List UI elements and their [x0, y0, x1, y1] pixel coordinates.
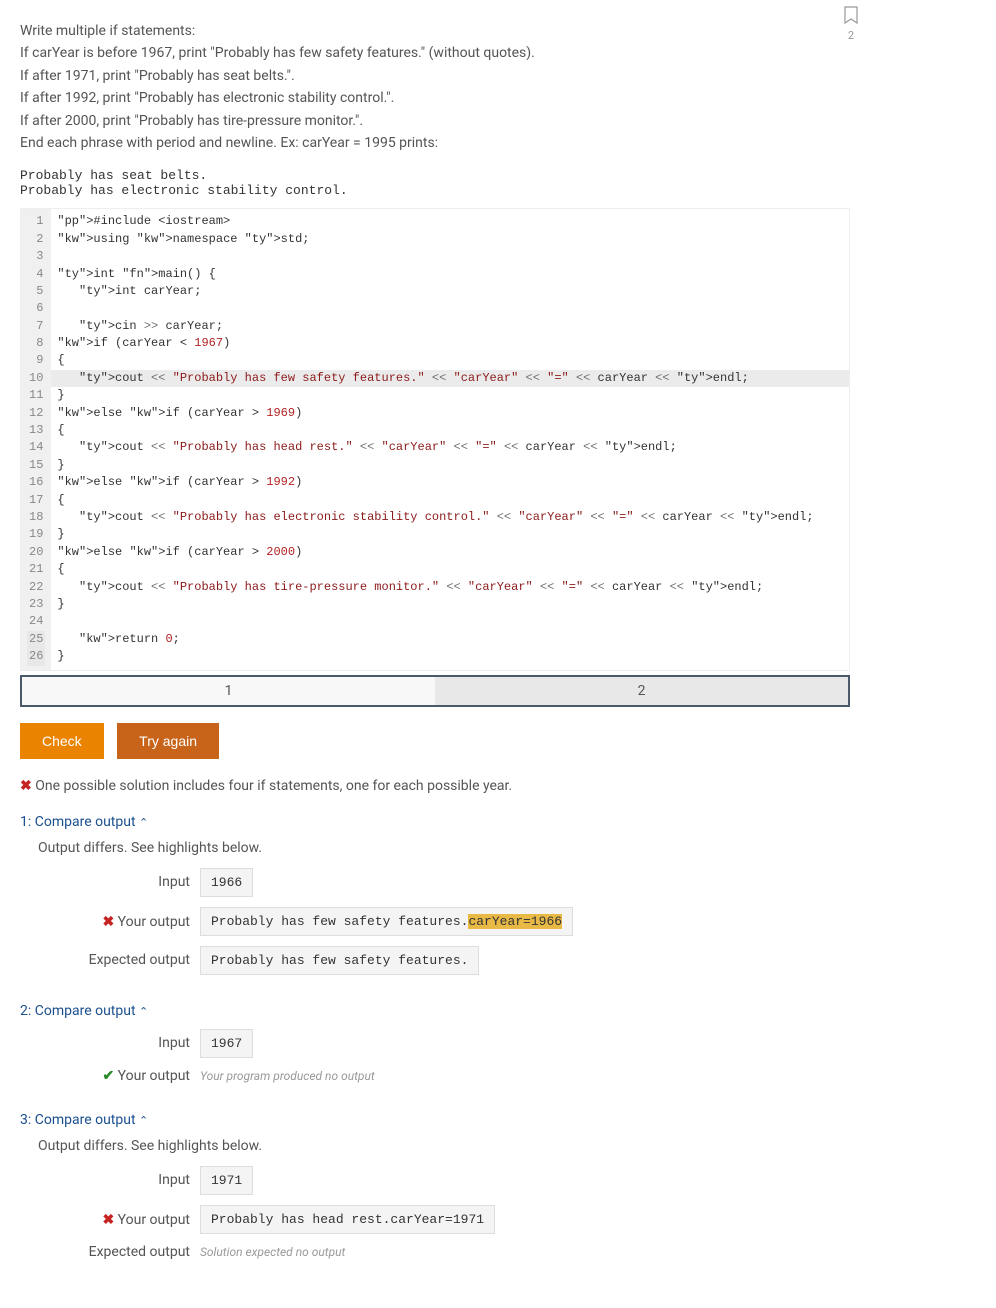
example-output: Probably has seat belts. Probably has el… — [20, 168, 850, 198]
expected-output-label: Expected output — [20, 952, 200, 968]
your-output-value: Probably has head rest.carYear=1971 — [200, 1205, 495, 1234]
input-value: 1966 — [200, 868, 253, 897]
example-line: Probably has seat belts. — [20, 168, 850, 183]
bookmark-button[interactable]: 2 — [842, 5, 860, 42]
example-line: Probably has electronic stability contro… — [20, 183, 850, 198]
check-button[interactable]: Check — [20, 723, 104, 759]
try-again-button[interactable]: Try again — [117, 723, 219, 759]
hint-text: One possible solution includes four if s… — [35, 778, 512, 794]
input-label: Input — [20, 874, 200, 890]
expected-output-label: Expected output — [20, 1244, 200, 1260]
line-gutter: 1234567891011121314151617181920212223242… — [21, 209, 51, 669]
input-label: Input — [20, 1172, 200, 1188]
hint-line: ✖ One possible solution includes four if… — [20, 777, 850, 794]
differs-text: Output differs. See highlights below. — [38, 840, 850, 856]
your-output-value: Probably has few safety features.carYear… — [200, 907, 573, 936]
test-block: 2: Compare output ⌃ Input1967✔ Your outpu… — [20, 1003, 850, 1084]
x-icon: ✖ — [102, 913, 114, 929]
bookmark-count: 2 — [842, 29, 860, 42]
button-row: Check Try again — [20, 723, 850, 759]
your-output-plain: Your program produced no output — [200, 1069, 375, 1083]
problem-line: If after 1992, print "Probably has elect… — [20, 87, 850, 109]
tab-1[interactable]: 1 — [22, 677, 435, 705]
test-block: 1: Compare output ⌃ Output differs. See h… — [20, 814, 850, 975]
code-lines[interactable]: "pp">#include <iostream>"kw">using "kw">… — [51, 209, 849, 669]
problem-line: If after 1971, print "Probably has seat … — [20, 65, 850, 87]
input-value: 1971 — [200, 1166, 253, 1195]
problem-statement: Write multiple if statements: If carYear… — [20, 20, 850, 154]
tab-bar: 1 2 — [20, 675, 850, 707]
your-output-label: ✖ Your output — [20, 913, 200, 930]
input-label: Input — [20, 1035, 200, 1051]
your-output-label: ✖ Your output — [20, 1211, 200, 1228]
code-editor[interactable]: 1234567891011121314151617181920212223242… — [20, 208, 850, 670]
bookmark-icon — [842, 5, 860, 25]
problem-page: 2 Write multiple if statements: If carYe… — [0, 0, 870, 1308]
x-icon: ✖ — [102, 1211, 114, 1227]
problem-line: Write multiple if statements: — [20, 20, 850, 42]
problem-line: If after 2000, print "Probably has tire-… — [20, 110, 850, 132]
test-title[interactable]: 2: Compare output ⌃ — [20, 1003, 850, 1019]
test-block: 3: Compare output ⌃ Output differs. See h… — [20, 1112, 850, 1260]
chevron-up-icon: ⌃ — [139, 1114, 148, 1127]
x-icon: ✖ — [20, 777, 32, 793]
your-output-label: ✔ Your output — [20, 1068, 200, 1084]
expected-output-plain: Solution expected no output — [200, 1245, 345, 1259]
test-title[interactable]: 3: Compare output ⌃ — [20, 1112, 850, 1128]
chevron-up-icon: ⌃ — [139, 816, 148, 829]
test-title[interactable]: 1: Compare output ⌃ — [20, 814, 850, 830]
tab-2[interactable]: 2 — [435, 677, 848, 705]
input-value: 1967 — [200, 1029, 253, 1058]
chevron-up-icon: ⌃ — [139, 1005, 148, 1018]
problem-line: If carYear is before 1967, print "Probab… — [20, 42, 850, 64]
problem-line: End each phrase with period and newline.… — [20, 132, 850, 154]
expected-output-value: Probably has few safety features. — [200, 946, 479, 975]
differs-text: Output differs. See highlights below. — [38, 1138, 850, 1154]
check-icon: ✔ — [102, 1068, 114, 1084]
